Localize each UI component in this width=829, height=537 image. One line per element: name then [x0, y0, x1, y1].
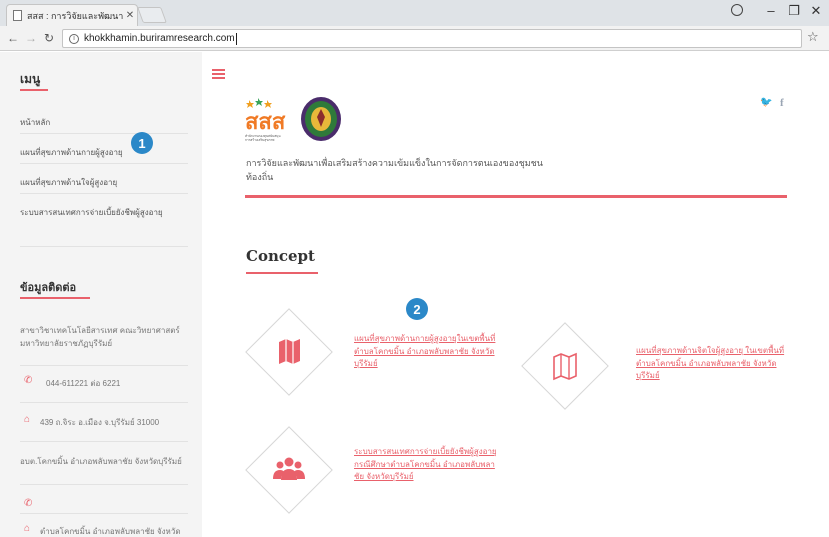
new-tab-button[interactable]: [137, 7, 167, 23]
tab-close-icon[interactable]: ✕: [123, 10, 137, 21]
contact-heading-underline: [20, 297, 90, 299]
contact-local-organization: อบต.โคกขมิ้น อำเภอพลับพลาชัย จังหวัดบุรี…: [20, 457, 182, 466]
divider: [20, 133, 188, 134]
hamburger-menu-icon[interactable]: [212, 69, 225, 81]
phone-icon: ✆: [24, 498, 33, 509]
contact-local-address: ตำบลโคกขมิ้น อำเภอพลับพลาชัย จังหวัด: [40, 527, 181, 536]
contact-organization: สาขาวิชาเทคโนโลยีสารเทศ คณะวิทยาศาสตร์ ม…: [20, 326, 180, 348]
bookmark-star-icon[interactable]: ☆: [807, 29, 819, 45]
minimize-icon[interactable]: –: [762, 3, 780, 18]
site-logo[interactable]: สสส สำนักงานกองทุนสนับสนุน การสร้างเสริม…: [245, 97, 345, 149]
home-icon: ⌂: [24, 523, 31, 534]
contact-phone: 044-611221 ต่อ 6221: [46, 379, 121, 388]
url-text: khokkhamin.buriramresearch.com: [84, 33, 235, 44]
sidebar-item-mental-health-map[interactable]: แผนที่สุขภาพด้านใจผู้สูงอายุ: [20, 176, 188, 189]
divider: [20, 193, 188, 194]
contact-heading: ข้อมูลติดต่อ: [20, 282, 77, 294]
divider: [20, 513, 188, 514]
divider: [20, 246, 188, 247]
concept-underline: [246, 272, 318, 274]
users-group-icon: [273, 457, 305, 480]
menu-heading: เมนู: [20, 72, 41, 86]
divider: [20, 163, 188, 164]
close-window-icon[interactable]: ✕: [807, 3, 825, 19]
feature-link-allowance-system[interactable]: ระบบสารสนเทศการจ่ายเบี้ยยังชีพผู้สูงอายุ…: [354, 446, 504, 484]
header-divider: [245, 195, 787, 198]
page-icon: [13, 10, 22, 21]
back-icon[interactable]: ←: [6, 31, 20, 45]
sidebar-item-physical-health-map[interactable]: แผนที่สุขภาพด้านกายผู้สูงอายุ: [20, 146, 188, 159]
logo-text: สสส: [245, 109, 286, 134]
sidebar-item-allowance-system[interactable]: ระบบสารสนเทศการจ่ายเบี้ยยังชีพผู้สูงอายุ: [20, 206, 188, 219]
phone-icon: ✆: [24, 375, 33, 386]
profile-icon[interactable]: [731, 4, 743, 16]
step-badge-two: 2: [406, 298, 428, 320]
divider: [20, 365, 188, 366]
divider: [20, 484, 188, 485]
site-description: การวิจัยและพัฒนาเพื่อเสริมสร้างความเข้มแ…: [246, 158, 543, 182]
forward-icon[interactable]: →: [24, 31, 38, 45]
home-icon: ⌂: [24, 414, 31, 425]
feature-link-physical-health-map[interactable]: แผนที่สุขภาพด้านกายผู้สูงอายุในเขตพื้นที…: [354, 333, 504, 371]
facebook-icon[interactable]: f: [780, 97, 784, 109]
sidebar: เมนู หน้าหลัก แผนที่สุขภาพด้านกายผู้สูงอ…: [0, 52, 202, 537]
reload-icon[interactable]: ↻: [42, 31, 56, 45]
map-icon: [279, 339, 300, 364]
browser-tab-bar: สสส : การวิจัยและพัฒนาเพื่อ ✕ – ❐ ✕: [0, 0, 829, 26]
info-icon[interactable]: i: [69, 33, 79, 44]
concept-title: Concept: [246, 247, 315, 265]
menu-heading-underline: [20, 89, 48, 91]
address-toolbar: ← → ↻ i khokkhamin.buriramresearch.com ☆: [0, 26, 829, 51]
url-input[interactable]: i khokkhamin.buriramresearch.com: [62, 29, 802, 48]
tab-title: สสส : การวิจัยและพัฒนาเพื่อ: [27, 10, 123, 21]
step-badge-one: 1: [131, 132, 153, 154]
twitter-icon[interactable]: 🐦: [760, 97, 772, 108]
maximize-icon[interactable]: ❐: [785, 3, 803, 19]
text-caret: [235, 32, 237, 45]
browser-tab[interactable]: สสส : การวิจัยและพัฒนาเพื่อ ✕: [6, 4, 138, 26]
folded-map-icon: [553, 352, 577, 381]
feature-link-mental-health-map[interactable]: แผนที่สุขภาพด้านจิตใจผู้สูงอายุ ในเขตพื้…: [636, 345, 786, 383]
divider: [20, 402, 188, 403]
contact-address: 439 ถ.จิระ อ.เมือง จ.บุรีรัมย์ 31000: [40, 418, 160, 427]
svg-text:การสร้างเสริมสุขภาพ: การสร้างเสริมสุขภาพ: [245, 138, 274, 143]
divider: [20, 441, 188, 442]
sidebar-item-home[interactable]: หน้าหลัก: [20, 116, 188, 129]
